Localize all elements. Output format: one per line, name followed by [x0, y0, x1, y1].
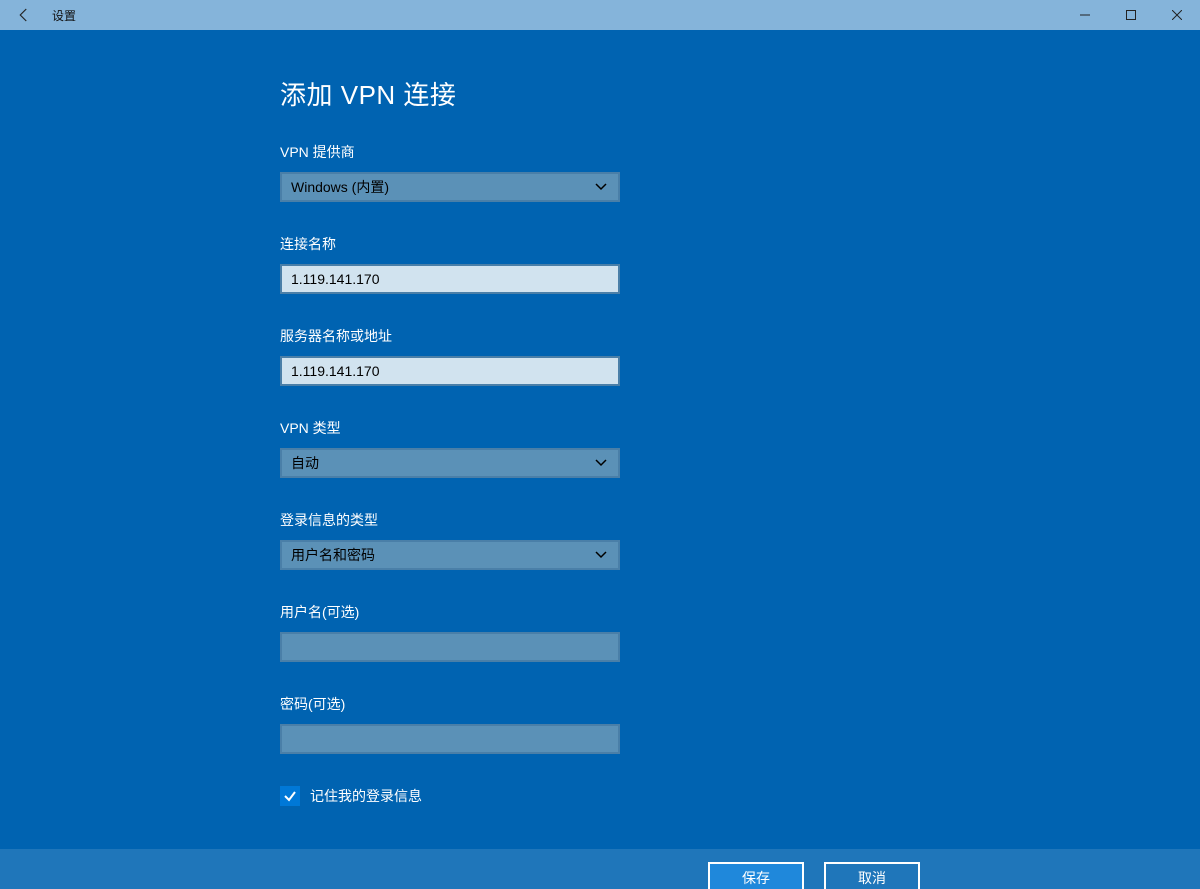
remember-label: 记住我的登录信息 [310, 786, 422, 806]
field-signin-type: 登录信息的类型 用户名和密码 [280, 510, 1200, 570]
remember-row: 记住我的登录信息 [280, 786, 1200, 806]
label-signin-type: 登录信息的类型 [280, 510, 1200, 530]
label-server-address: 服务器名称或地址 [280, 326, 1200, 346]
input-password[interactable] [280, 724, 620, 754]
input-username[interactable] [280, 632, 620, 662]
input-server-address[interactable]: 1.119.141.170 [280, 356, 620, 386]
chevron-down-icon [595, 548, 609, 562]
field-password: 密码(可选) [280, 694, 1200, 754]
checkbox-remember[interactable] [280, 786, 300, 806]
chevron-down-icon [595, 180, 609, 194]
dropdown-vpn-type[interactable]: 自动 [280, 448, 620, 478]
chevron-down-icon [595, 456, 609, 470]
dropdown-signin-type[interactable]: 用户名和密码 [280, 540, 620, 570]
field-connection-name: 连接名称 1.119.141.170 [280, 234, 1200, 294]
input-connection-name[interactable]: 1.119.141.170 [280, 264, 620, 294]
field-vpn-provider: VPN 提供商 Windows (内置) [280, 142, 1200, 202]
dropdown-value: 自动 [291, 453, 319, 473]
taskbar-strip [0, 849, 1200, 889]
close-button[interactable] [1154, 0, 1200, 30]
label-password: 密码(可选) [280, 694, 1200, 714]
label-connection-name: 连接名称 [280, 234, 1200, 254]
vpn-add-panel: 添加 VPN 连接 VPN 提供商 Windows (内置) 连接名称 1.11… [0, 30, 1200, 806]
minimize-button[interactable] [1062, 0, 1108, 30]
field-vpn-type: VPN 类型 自动 [280, 418, 1200, 478]
field-server-address: 服务器名称或地址 1.119.141.170 [280, 326, 1200, 386]
input-value: 1.119.141.170 [291, 363, 380, 379]
maximize-button[interactable] [1108, 0, 1154, 30]
title-bar: 设置 [0, 0, 1200, 30]
window-controls [1062, 0, 1200, 30]
window-title: 设置 [48, 7, 76, 24]
dropdown-vpn-provider[interactable]: Windows (内置) [280, 172, 620, 202]
input-value: 1.119.141.170 [291, 271, 380, 287]
dropdown-value: Windows (内置) [291, 177, 389, 197]
label-vpn-type: VPN 类型 [280, 418, 1200, 438]
field-username: 用户名(可选) [280, 602, 1200, 662]
back-button[interactable] [0, 0, 48, 30]
dropdown-value: 用户名和密码 [291, 545, 375, 565]
label-username: 用户名(可选) [280, 602, 1200, 622]
page-heading: 添加 VPN 连接 [280, 75, 1200, 112]
label-vpn-provider: VPN 提供商 [280, 142, 1200, 162]
